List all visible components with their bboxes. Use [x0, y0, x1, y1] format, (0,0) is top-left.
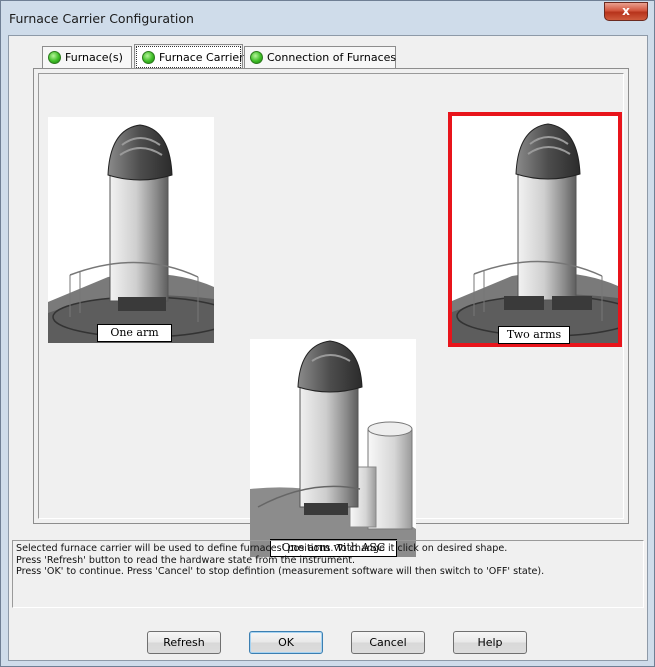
tab-furnaces[interactable]: Furnace(s) — [42, 46, 132, 68]
ok-button[interactable]: OK — [249, 631, 323, 654]
button-label: Help — [477, 636, 503, 649]
title-bar[interactable]: Furnace Carrier Configuration x — [1, 1, 654, 35]
dialog-window: Furnace Carrier Configuration x Furnace(… — [0, 0, 655, 667]
furnace-two-arms-image — [452, 123, 618, 343]
tab-label: Furnace Carrier — [159, 50, 244, 64]
carrier-option-one-arm[interactable]: One arm — [48, 117, 214, 343]
button-label: Cancel — [369, 636, 407, 649]
furnace-one-arm-image — [48, 124, 214, 343]
help-button[interactable]: Help — [453, 631, 527, 654]
carrier-panel: One arm Two arms One arm with ASC — [33, 68, 629, 557]
info-line: Selected furnace carrier will be used to… — [16, 543, 508, 554]
green-led-icon — [142, 50, 155, 64]
green-led-icon — [250, 51, 263, 64]
carrier-label: One arm — [97, 324, 172, 342]
tab-furnace-carrier[interactable]: Furnace Carrier — [134, 44, 244, 70]
tab-label: Furnace(s) — [65, 51, 123, 64]
info-line: Press 'OK' to continue. Press 'Cancel' t… — [16, 566, 545, 577]
carrier-option-one-arm-with-asc[interactable]: One arm with ASC — [250, 339, 416, 557]
close-button[interactable]: x — [604, 2, 648, 21]
tab-connection-of-furnaces[interactable]: Connection of Furnaces — [244, 46, 396, 68]
info-text-box: Selected furnace carrier will be used to… — [12, 540, 644, 608]
button-label: OK — [278, 636, 294, 649]
button-label: Refresh — [163, 636, 205, 649]
carrier-option-two-arms[interactable]: Two arms — [448, 112, 622, 347]
tab-label: Connection of Furnaces — [267, 51, 397, 64]
dialog-client-area: Furnace(s) Furnace Carrier Connection of… — [8, 35, 648, 661]
close-icon: x — [622, 4, 630, 18]
furnace-one-arm-asc-image — [250, 340, 416, 557]
cancel-button[interactable]: Cancel — [351, 631, 425, 654]
refresh-button[interactable]: Refresh — [147, 631, 221, 654]
carrier-label: Two arms — [498, 326, 570, 344]
info-line: Press 'Refresh' button to read the hardw… — [16, 554, 356, 566]
window-title: Furnace Carrier Configuration — [9, 11, 194, 26]
green-led-icon — [48, 51, 61, 64]
